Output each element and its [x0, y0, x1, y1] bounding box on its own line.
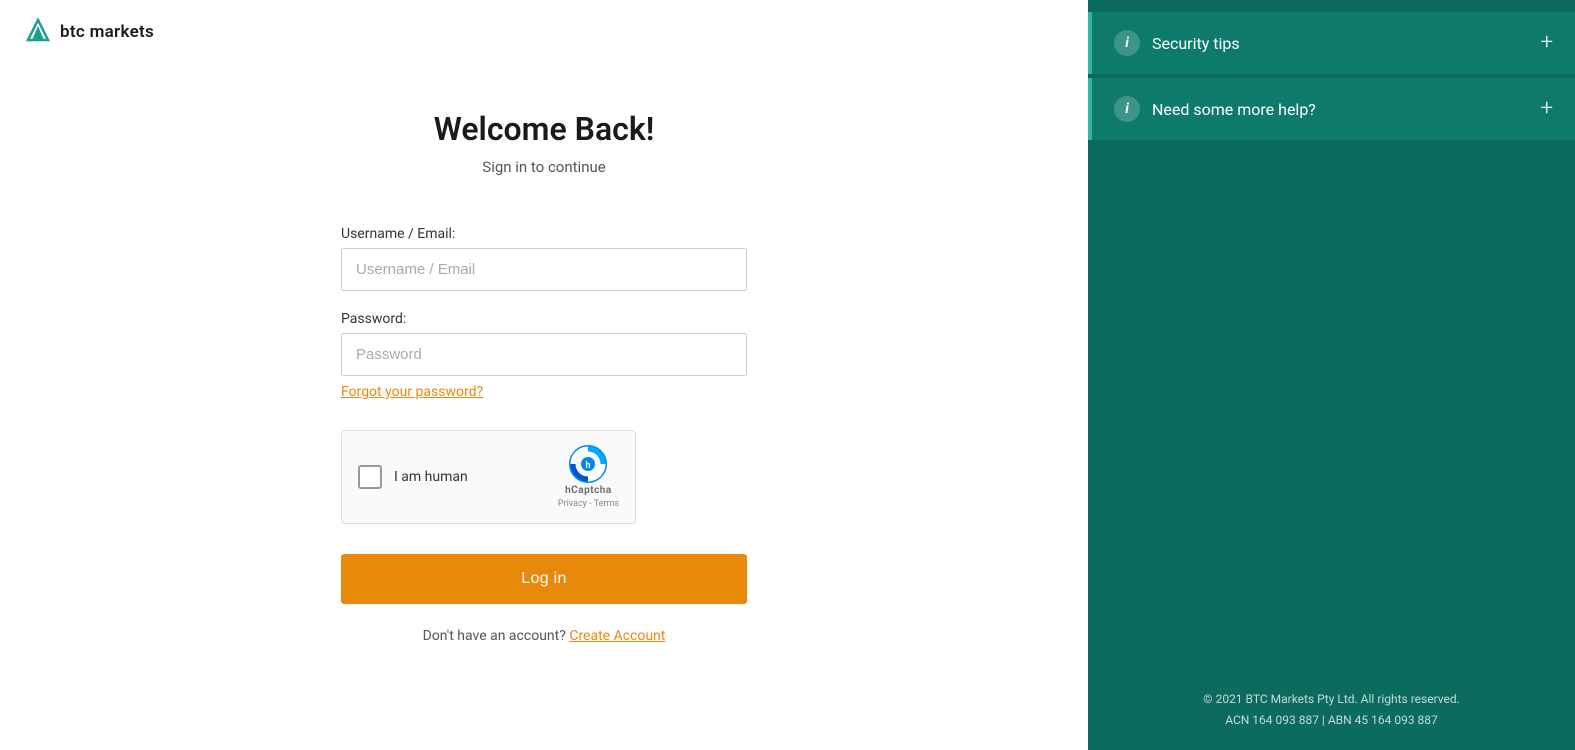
- help-icon-text: i: [1125, 101, 1129, 117]
- left-panel: btc markets Welcome Back! Sign in to con…: [0, 0, 1088, 750]
- logo-area: btc markets: [0, 0, 1088, 64]
- logo-text: btc markets: [60, 22, 154, 42]
- username-input[interactable]: [341, 248, 747, 291]
- security-tips-expand-icon: +: [1541, 32, 1553, 54]
- footer-line2: ACN 164 093 887 | ABN 45 164 093 887: [1110, 710, 1553, 730]
- btcmarkets-logo-icon: [24, 18, 52, 46]
- right-panel: i Security tips + i Need some more help?…: [1088, 0, 1575, 750]
- help-expand-icon: +: [1541, 98, 1553, 120]
- login-button[interactable]: Log in: [341, 554, 747, 604]
- help-title: Need some more help?: [1152, 100, 1529, 119]
- right-panel-spacer: [1088, 335, 1575, 670]
- welcome-title: Welcome Back!: [434, 110, 655, 148]
- captcha-label: I am human: [394, 469, 468, 485]
- username-label: Username / Email:: [341, 226, 747, 242]
- security-tips-title: Security tips: [1152, 34, 1529, 53]
- right-panel-footer: © 2021 BTC Markets Pty Ltd. All rights r…: [1088, 669, 1575, 750]
- footer-line1: © 2021 BTC Markets Pty Ltd. All rights r…: [1110, 689, 1553, 709]
- hcaptcha-brand-text: hCaptcha: [565, 485, 612, 496]
- captcha-container: I am human h hCaptcha Privacy - Terms: [341, 430, 747, 524]
- captcha-box[interactable]: I am human h hCaptcha Privacy - Terms: [341, 430, 636, 524]
- help-header[interactable]: i Need some more help? +: [1088, 78, 1575, 140]
- create-account-section: Don't have an account? Create Account: [423, 628, 666, 644]
- password-input[interactable]: [341, 333, 747, 376]
- hcaptcha-logo: h hCaptcha Privacy - Terms: [558, 445, 619, 509]
- no-account-text: Don't have an account?: [423, 628, 566, 644]
- security-tips-info-icon: i: [1114, 30, 1140, 56]
- security-tips-accordion: i Security tips +: [1088, 0, 1575, 74]
- help-accordion: i Need some more help? +: [1088, 78, 1575, 140]
- welcome-subtitle: Sign in to continue: [482, 158, 605, 176]
- right-panel-content: i Security tips + i Need some more help?…: [1088, 0, 1575, 335]
- captcha-checkbox[interactable]: [358, 465, 382, 489]
- captcha-left: I am human: [358, 465, 468, 489]
- password-label: Password:: [341, 311, 747, 327]
- info-icon-text: i: [1125, 35, 1129, 51]
- help-info-icon: i: [1114, 96, 1140, 122]
- captcha-privacy-terms: Privacy - Terms: [558, 499, 619, 509]
- hcaptcha-logo-icon: h: [569, 445, 607, 483]
- security-tips-header[interactable]: i Security tips +: [1088, 12, 1575, 74]
- svg-text:h: h: [586, 461, 591, 471]
- forgot-password-link[interactable]: Forgot your password?: [341, 384, 483, 400]
- login-form-container: Welcome Back! Sign in to continue Userna…: [0, 64, 1088, 750]
- password-field-group: Password: Forgot your password?: [341, 311, 747, 400]
- username-field-group: Username / Email:: [341, 226, 747, 291]
- create-account-link[interactable]: Create Account: [569, 628, 665, 644]
